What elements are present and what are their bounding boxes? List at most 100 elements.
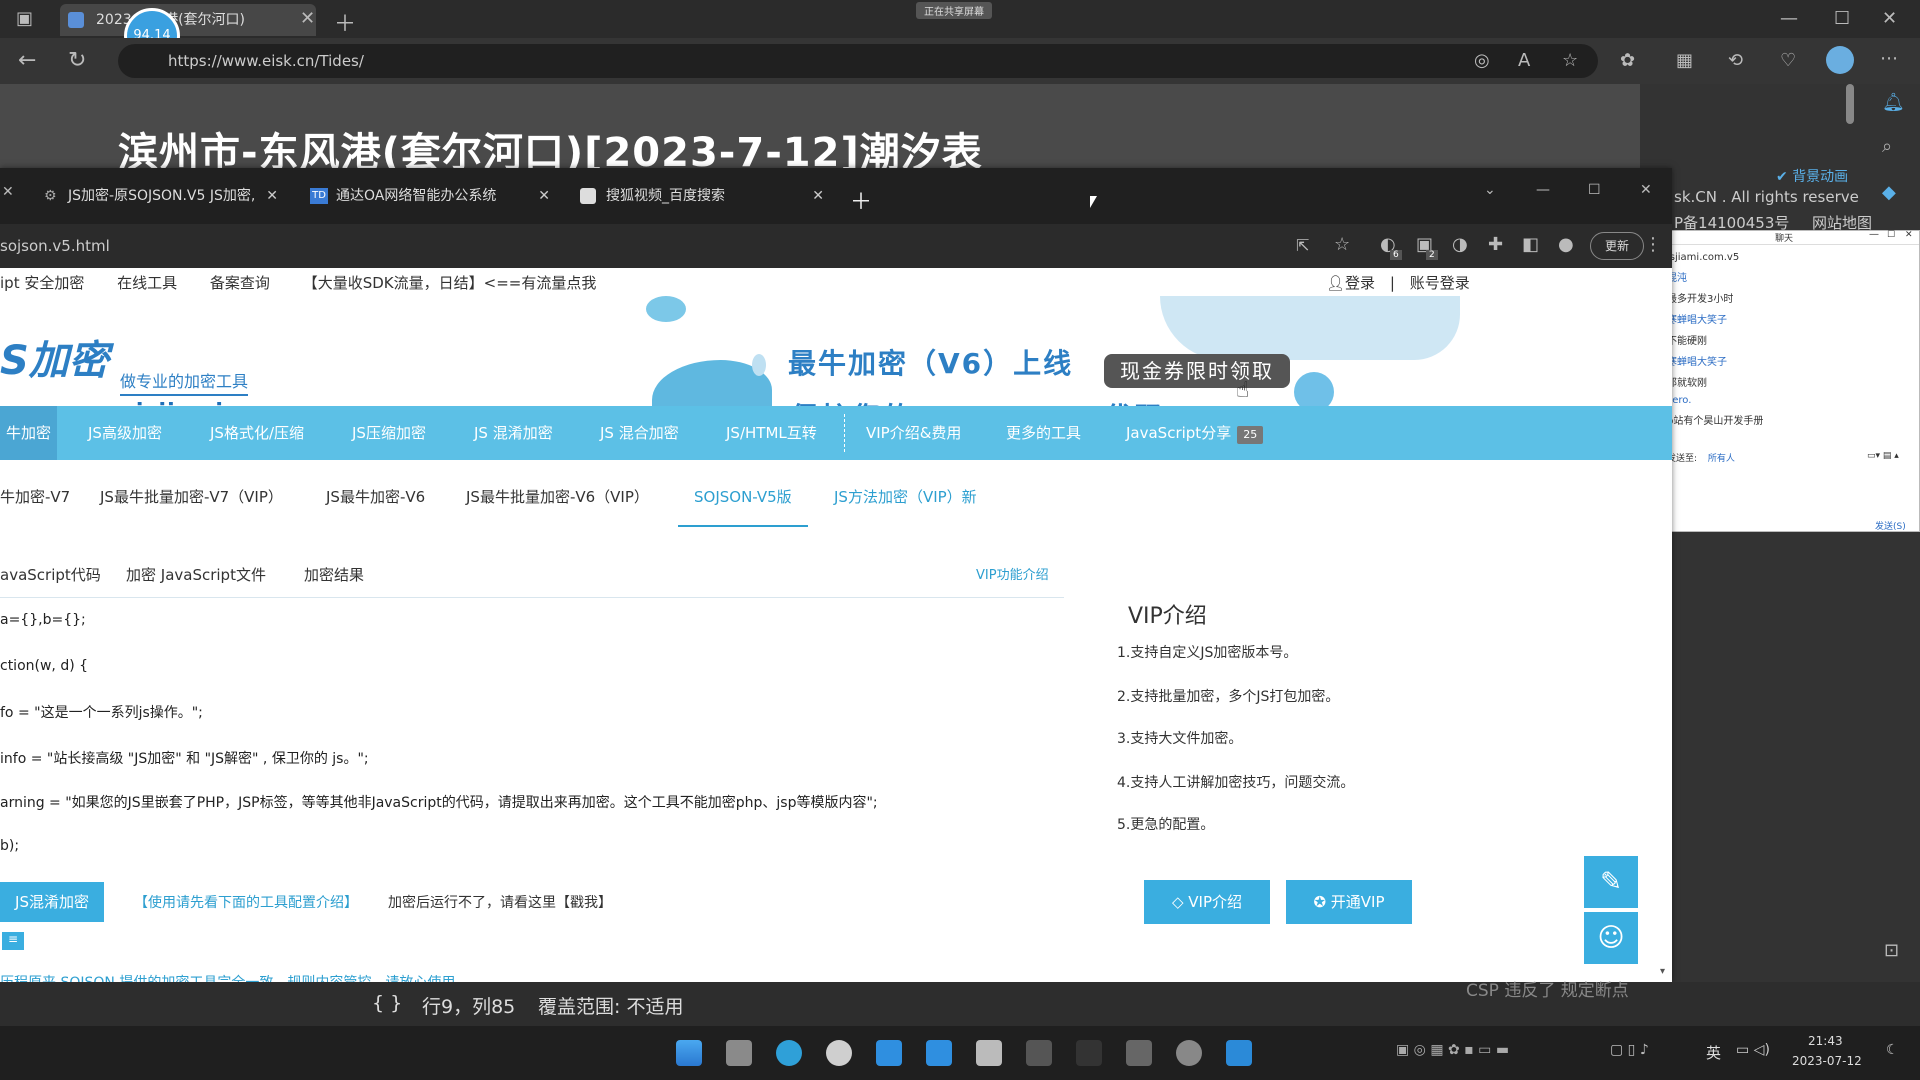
close-tab-3-icon[interactable]: ✕ xyxy=(812,176,824,216)
profile-avatar[interactable] xyxy=(1826,46,1854,74)
close-tab-icon[interactable]: ✕ xyxy=(2,184,14,200)
front-url[interactable]: sojson.v5.html xyxy=(0,224,110,268)
location-icon[interactable]: ◎ xyxy=(1474,50,1490,71)
code-line-1[interactable]: a={},b={}; xyxy=(0,612,86,628)
window-switch-icon[interactable] xyxy=(1126,1040,1152,1066)
chrome-menu-icon[interactable]: ⋮ xyxy=(1644,234,1662,255)
nav-obfuscate[interactable]: JS 混淆加密 xyxy=(474,406,553,460)
read-aloud-icon[interactable]: A xyxy=(1518,50,1530,71)
close-window-icon[interactable]: ✕ xyxy=(1640,182,1652,198)
chat-close-icon[interactable]: ✕ xyxy=(1905,230,1913,240)
start-windows-icon[interactable] xyxy=(676,1040,702,1066)
network-volume-icons[interactable]: ▭ ◁) xyxy=(1736,1042,1770,1058)
nav-niu-encrypt[interactable]: 牛加密 xyxy=(0,406,58,460)
front-tab-1[interactable]: ⚙ JS加密-原SOJSON.V5 JS加密, ✕ xyxy=(36,176,284,216)
favorite-star-icon[interactable]: ☆ xyxy=(1562,50,1578,71)
maximize-icon[interactable]: ☐ xyxy=(1834,8,1850,29)
usage-note-link[interactable]: 【使用请先看下面的工具配置介绍】 xyxy=(134,892,358,912)
front-tab-3[interactable]: 搜狐视频_百度搜索 ✕ xyxy=(574,176,830,216)
nav-mixed[interactable]: JS 混合加密 xyxy=(600,406,679,460)
back-address-bar[interactable]: https://www.eisk.cn/Tides/ xyxy=(118,44,1598,78)
tab-encrypt-file[interactable]: 加密 JavaScript文件 xyxy=(126,564,266,585)
code-line-5[interactable]: arning = "如果您的JS里嵌套了PHP，JSP标签，等等其他非JavaS… xyxy=(0,792,878,812)
top-link-sdk[interactable]: 【大量收SDK流量，日结】<==有流量点我 xyxy=(303,274,597,292)
chat-minimize-icon[interactable]: — xyxy=(1869,229,1879,240)
subnav-v7[interactable]: 牛加密-V7 xyxy=(0,486,70,507)
update-button[interactable]: 更新 xyxy=(1590,232,1645,260)
app-t-icon[interactable] xyxy=(876,1040,902,1066)
close-tab-icon[interactable]: ✕ xyxy=(300,8,315,29)
vip-intro-button[interactable]: ◇ VIP介绍 xyxy=(1144,880,1270,924)
obs-icon[interactable] xyxy=(1176,1040,1202,1066)
side-panel-icon[interactable]: ◧ xyxy=(1522,234,1539,255)
braces-icon[interactable]: { } xyxy=(372,992,402,1014)
reload-icon[interactable]: ↻ xyxy=(68,48,86,73)
extensions-icon[interactable]: ✿ xyxy=(1620,50,1635,71)
input-language[interactable]: 英 xyxy=(1706,1042,1721,1063)
login-link[interactable]: 登录 xyxy=(1345,274,1375,292)
subnav-v6[interactable]: JS最牛加密-V6 xyxy=(326,486,425,507)
site-logo[interactable]: S加密 xyxy=(0,328,109,386)
file-explorer-icon[interactable] xyxy=(726,1040,752,1066)
tray-system-icons[interactable]: ▢ ▯ ♪ xyxy=(1610,1042,1649,1058)
tab-js-code[interactable]: avaScript代码 xyxy=(0,564,101,585)
send-to-select[interactable]: 所有人 xyxy=(1708,454,1735,464)
screenshot-icon[interactable]: ⊡ xyxy=(1884,940,1899,961)
error-note-link[interactable]: 加密后运行不了，请看这里【戳我】 xyxy=(388,892,612,912)
puzzle-icon[interactable]: ✚ xyxy=(1488,234,1503,255)
open-vip-button[interactable]: ✪ 开通VIP xyxy=(1286,880,1412,924)
notification-bell-icon[interactable]: 🔔︎ xyxy=(1882,92,1905,113)
chat-bubble-icon[interactable] xyxy=(1076,1040,1102,1066)
close-tab-1-icon[interactable]: ✕ xyxy=(266,176,278,216)
minimize-icon[interactable]: — xyxy=(1536,182,1550,198)
search-icon[interactable]: ⌕ xyxy=(1882,136,1892,157)
history-icon[interactable]: ⟲ xyxy=(1728,50,1743,71)
more-menu-icon[interactable]: ⋯ xyxy=(1880,48,1898,69)
page-scroll-down-icon[interactable]: ▾ xyxy=(1660,966,1665,977)
top-link-security[interactable]: ipt 安全加密 xyxy=(0,274,84,292)
bookmark-star-icon[interactable]: ☆ xyxy=(1334,234,1350,255)
health-icon[interactable]: ♡ xyxy=(1780,50,1796,71)
code-line-6[interactable]: b); xyxy=(0,838,19,854)
coupon-button[interactable]: 现金券限时领取 xyxy=(1104,354,1290,388)
nav-advanced[interactable]: JS高级加密 xyxy=(88,406,162,460)
sublime-icon[interactable] xyxy=(1026,1040,1052,1066)
subnav-v7-batch[interactable]: JS最牛批量加密-V7（VIP） xyxy=(100,486,283,507)
front-tab-2[interactable]: TD 通达OA网络智能办公系统 ✕ xyxy=(304,176,556,216)
code-line-2[interactable]: ction(w, d) { xyxy=(0,658,88,674)
share-icon[interactable]: ⇱ xyxy=(1296,236,1309,255)
sidebar-tag-icon[interactable]: ◆ xyxy=(1882,182,1896,203)
bg-animation-checkbox[interactable]: ✔ 背景动画 xyxy=(1776,166,1848,186)
chat-tools-icon[interactable]: ▭▾ ▤ ▴ xyxy=(1867,451,1899,461)
new-tab-icon[interactable]: ＋ xyxy=(850,184,872,216)
back-tab[interactable]: 2023 东风港(套尔河口) xyxy=(60,4,316,36)
edge-browser-icon[interactable] xyxy=(776,1040,802,1066)
code-line-3[interactable]: fo = "这是一个一系列js操作。"; xyxy=(0,702,203,722)
nav-more-tools[interactable]: 更多的工具 xyxy=(1006,406,1081,460)
tab-search-chevron-icon[interactable]: ⌄ xyxy=(1484,182,1496,198)
close-tab-2-icon[interactable]: ✕ xyxy=(538,176,550,216)
tab-actions-icon[interactable]: ▣ xyxy=(16,8,33,29)
menu-toggle-icon[interactable]: ≡ xyxy=(2,932,24,950)
chat-send-button[interactable]: 发送(S) xyxy=(1875,519,1906,532)
subnav-v6-batch[interactable]: JS最牛批量加密-V6（VIP） xyxy=(466,486,649,507)
vertical-scrollbar[interactable] xyxy=(1846,84,1854,124)
nav-js-share[interactable]: JavaScript分享 25 xyxy=(1126,406,1264,460)
extension-3-icon[interactable]: ◑ xyxy=(1452,234,1468,255)
maximize-icon[interactable]: ☐ xyxy=(1588,182,1601,198)
chat-maximize-icon[interactable]: ☐ xyxy=(1887,230,1895,240)
profile-icon[interactable]: ● xyxy=(1558,234,1574,255)
notepad-icon[interactable] xyxy=(976,1040,1002,1066)
vip-function-link[interactable]: VIP功能介绍 xyxy=(976,564,1049,583)
webstorm-icon[interactable] xyxy=(1226,1040,1252,1066)
collections-icon[interactable]: ▦ xyxy=(1676,50,1693,71)
nav-html-convert[interactable]: JS/HTML互转 xyxy=(726,406,817,460)
chrome-browser-icon[interactable] xyxy=(826,1040,852,1066)
nav-vip-fees[interactable]: VIP介绍&费用 xyxy=(866,406,961,460)
subnav-method-encrypt[interactable]: JS方法加密（VIP）新 xyxy=(834,486,977,507)
meeting-app-icon[interactable] xyxy=(926,1040,952,1066)
nav-format[interactable]: JS格式化/压缩 xyxy=(210,406,304,460)
account-login-link[interactable]: 账号登录 xyxy=(1410,274,1470,292)
code-line-4[interactable]: info = "站长接高级 "JS加密" 和 "JS解密" , 保卫你的 js。… xyxy=(0,748,369,768)
subnav-sojson-v5[interactable]: SOJSON-V5版 xyxy=(678,486,808,527)
